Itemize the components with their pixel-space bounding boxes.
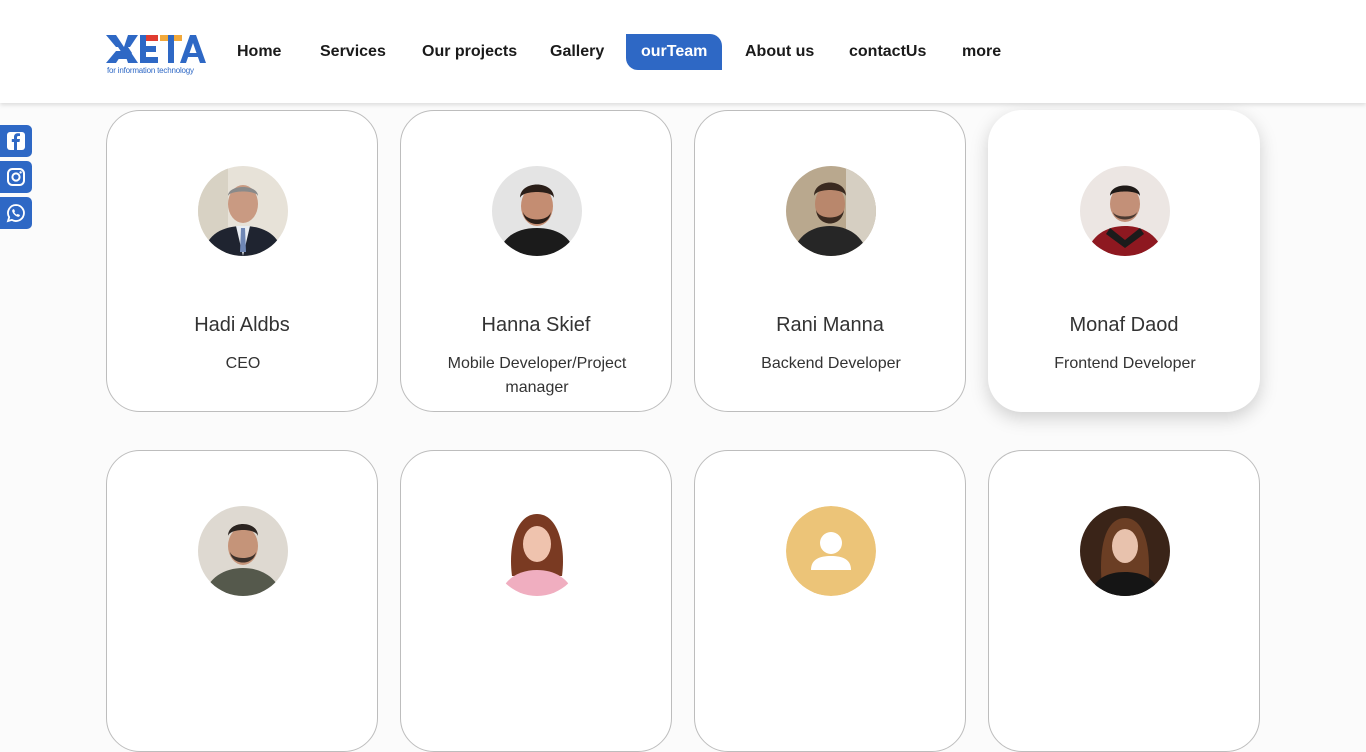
member-name: Monaf Daod bbox=[1069, 314, 1179, 336]
avatar bbox=[198, 166, 288, 256]
site-header: for information technology Home Services… bbox=[0, 0, 1366, 103]
member-role: CEO bbox=[225, 355, 261, 372]
avatar bbox=[492, 506, 582, 596]
avatar bbox=[1080, 506, 1170, 596]
team-card[interactable]: Hadi Aldbs CEO bbox=[106, 110, 378, 412]
whatsapp-icon bbox=[6, 204, 25, 223]
instagram-link[interactable] bbox=[0, 161, 32, 193]
team-card[interactable]: Monaf Daod Frontend Developer bbox=[988, 110, 1260, 412]
person-photo bbox=[1080, 166, 1170, 256]
avatar bbox=[1080, 166, 1170, 256]
person-photo bbox=[492, 166, 582, 256]
main-nav: Home Services Our projects Gallery ourTe… bbox=[0, 0, 1366, 103]
member-role: Mobile Developer/Project manager bbox=[447, 355, 627, 396]
person-photo bbox=[1080, 506, 1170, 596]
nav-gallery[interactable]: Gallery bbox=[550, 34, 604, 70]
team-card[interactable] bbox=[694, 450, 966, 752]
avatar bbox=[492, 166, 582, 256]
avatar bbox=[198, 506, 288, 596]
team-card[interactable] bbox=[988, 450, 1260, 752]
user-placeholder-icon bbox=[786, 506, 876, 596]
member-role: Frontend Developer bbox=[1054, 355, 1196, 372]
team-card[interactable]: Hanna Skief Mobile Developer/Project man… bbox=[400, 110, 672, 412]
member-name: Rani Manna bbox=[776, 314, 884, 336]
team-card[interactable]: Rani Manna Backend Developer bbox=[694, 110, 966, 412]
nav-our-team[interactable]: ourTeam bbox=[626, 34, 723, 70]
team-card[interactable] bbox=[106, 450, 378, 752]
nav-our-projects[interactable]: Our projects bbox=[422, 34, 517, 70]
team-card[interactable] bbox=[400, 450, 672, 752]
nav-services[interactable]: Services bbox=[320, 34, 386, 70]
nav-more[interactable]: more bbox=[962, 34, 1001, 70]
whatsapp-link[interactable] bbox=[0, 197, 32, 229]
instagram-icon bbox=[7, 168, 25, 186]
nav-home[interactable]: Home bbox=[237, 34, 281, 70]
nav-about-us[interactable]: About us bbox=[745, 34, 814, 70]
social-sidebar bbox=[0, 125, 32, 233]
person-photo bbox=[786, 166, 876, 256]
member-name: Hadi Aldbs bbox=[194, 314, 290, 336]
avatar bbox=[786, 166, 876, 256]
member-role: Backend Developer bbox=[761, 355, 901, 372]
facebook-icon bbox=[7, 132, 25, 150]
nav-contact-us[interactable]: contactUs bbox=[849, 34, 926, 70]
person-photo bbox=[198, 166, 288, 256]
person-photo bbox=[198, 506, 288, 596]
avatar bbox=[786, 506, 876, 596]
facebook-link[interactable] bbox=[0, 125, 32, 157]
person-photo bbox=[492, 506, 582, 596]
member-name: Hanna Skief bbox=[481, 314, 591, 336]
